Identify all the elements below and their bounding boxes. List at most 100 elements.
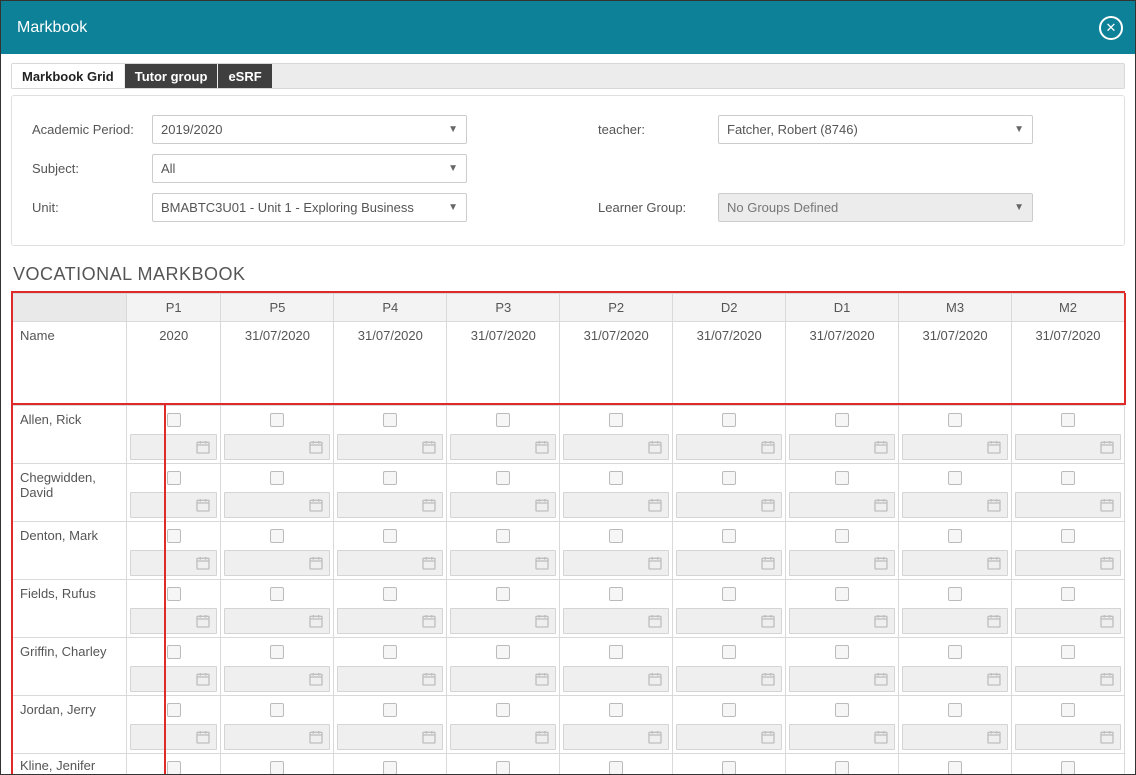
checkbox[interactable] <box>496 703 510 717</box>
unit-select[interactable]: BMABTC3U01 - Unit 1 - Exploring Business… <box>152 193 467 222</box>
checkbox[interactable] <box>270 529 284 543</box>
tab-tutor-group[interactable]: Tutor group <box>125 64 219 88</box>
checkbox[interactable] <box>948 471 962 485</box>
date-input[interactable] <box>450 608 556 634</box>
checkbox[interactable] <box>167 761 181 774</box>
date-input[interactable] <box>337 550 443 576</box>
checkbox[interactable] <box>948 645 962 659</box>
checkbox[interactable] <box>609 529 623 543</box>
checkbox[interactable] <box>496 645 510 659</box>
date-input[interactable] <box>1015 724 1121 750</box>
date-input[interactable] <box>450 550 556 576</box>
checkbox[interactable] <box>496 471 510 485</box>
checkbox[interactable] <box>835 703 849 717</box>
date-input[interactable] <box>224 666 330 692</box>
date-input[interactable] <box>902 724 1008 750</box>
learner-group-select[interactable]: No Groups Defined ▼ <box>718 193 1033 222</box>
checkbox[interactable] <box>270 761 284 774</box>
checkbox[interactable] <box>722 761 736 774</box>
checkbox[interactable] <box>835 587 849 601</box>
checkbox[interactable] <box>609 761 623 774</box>
date-input[interactable] <box>337 434 443 460</box>
checkbox[interactable] <box>722 529 736 543</box>
checkbox[interactable] <box>270 413 284 427</box>
checkbox[interactable] <box>496 529 510 543</box>
checkbox[interactable] <box>948 587 962 601</box>
date-input[interactable] <box>130 608 217 634</box>
checkbox[interactable] <box>1061 471 1075 485</box>
checkbox[interactable] <box>1061 761 1075 774</box>
checkbox[interactable] <box>722 413 736 427</box>
date-input[interactable] <box>130 550 217 576</box>
date-input[interactable] <box>563 550 669 576</box>
date-input[interactable] <box>563 492 669 518</box>
date-input[interactable] <box>130 724 217 750</box>
checkbox[interactable] <box>270 587 284 601</box>
checkbox[interactable] <box>835 413 849 427</box>
checkbox[interactable] <box>835 761 849 774</box>
subject-select[interactable]: All ▼ <box>152 154 467 183</box>
teacher-select[interactable]: Fatcher, Robert (8746) ▼ <box>718 115 1033 144</box>
checkbox[interactable] <box>722 645 736 659</box>
tab-esrf[interactable]: eSRF <box>218 64 272 88</box>
date-input[interactable] <box>563 666 669 692</box>
date-input[interactable] <box>902 492 1008 518</box>
date-input[interactable] <box>676 666 782 692</box>
close-icon[interactable]: ✕ <box>1099 16 1123 40</box>
checkbox[interactable] <box>835 471 849 485</box>
date-input[interactable] <box>450 666 556 692</box>
date-input[interactable] <box>337 608 443 634</box>
date-input[interactable] <box>337 666 443 692</box>
date-input[interactable] <box>676 608 782 634</box>
checkbox[interactable] <box>948 413 962 427</box>
tab-markbook-grid[interactable]: Markbook Grid <box>12 64 125 88</box>
checkbox[interactable] <box>609 645 623 659</box>
checkbox[interactable] <box>270 471 284 485</box>
checkbox[interactable] <box>167 413 181 427</box>
date-input[interactable] <box>902 666 1008 692</box>
date-input[interactable] <box>1015 666 1121 692</box>
checkbox[interactable] <box>722 703 736 717</box>
checkbox[interactable] <box>1061 703 1075 717</box>
checkbox[interactable] <box>496 587 510 601</box>
checkbox[interactable] <box>835 645 849 659</box>
date-input[interactable] <box>563 724 669 750</box>
date-input[interactable] <box>450 724 556 750</box>
checkbox[interactable] <box>948 761 962 774</box>
date-input[interactable] <box>563 434 669 460</box>
date-input[interactable] <box>789 724 895 750</box>
checkbox[interactable] <box>496 761 510 774</box>
checkbox[interactable] <box>383 703 397 717</box>
checkbox[interactable] <box>167 529 181 543</box>
date-input[interactable] <box>789 608 895 634</box>
checkbox[interactable] <box>609 587 623 601</box>
date-input[interactable] <box>563 608 669 634</box>
checkbox[interactable] <box>167 471 181 485</box>
date-input[interactable] <box>676 550 782 576</box>
checkbox[interactable] <box>1061 413 1075 427</box>
date-input[interactable] <box>337 492 443 518</box>
date-input[interactable] <box>337 724 443 750</box>
checkbox[interactable] <box>167 587 181 601</box>
date-input[interactable] <box>676 492 782 518</box>
checkbox[interactable] <box>270 703 284 717</box>
date-input[interactable] <box>130 666 217 692</box>
checkbox[interactable] <box>496 413 510 427</box>
checkbox[interactable] <box>383 471 397 485</box>
date-input[interactable] <box>1015 550 1121 576</box>
date-input[interactable] <box>789 666 895 692</box>
date-input[interactable] <box>1015 608 1121 634</box>
date-input[interactable] <box>902 550 1008 576</box>
date-input[interactable] <box>450 434 556 460</box>
checkbox[interactable] <box>383 645 397 659</box>
date-input[interactable] <box>902 434 1008 460</box>
checkbox[interactable] <box>1061 645 1075 659</box>
checkbox[interactable] <box>383 587 397 601</box>
checkbox[interactable] <box>609 471 623 485</box>
date-input[interactable] <box>789 550 895 576</box>
checkbox[interactable] <box>1061 587 1075 601</box>
date-input[interactable] <box>1015 492 1121 518</box>
date-input[interactable] <box>224 724 330 750</box>
checkbox[interactable] <box>383 761 397 774</box>
checkbox[interactable] <box>609 703 623 717</box>
